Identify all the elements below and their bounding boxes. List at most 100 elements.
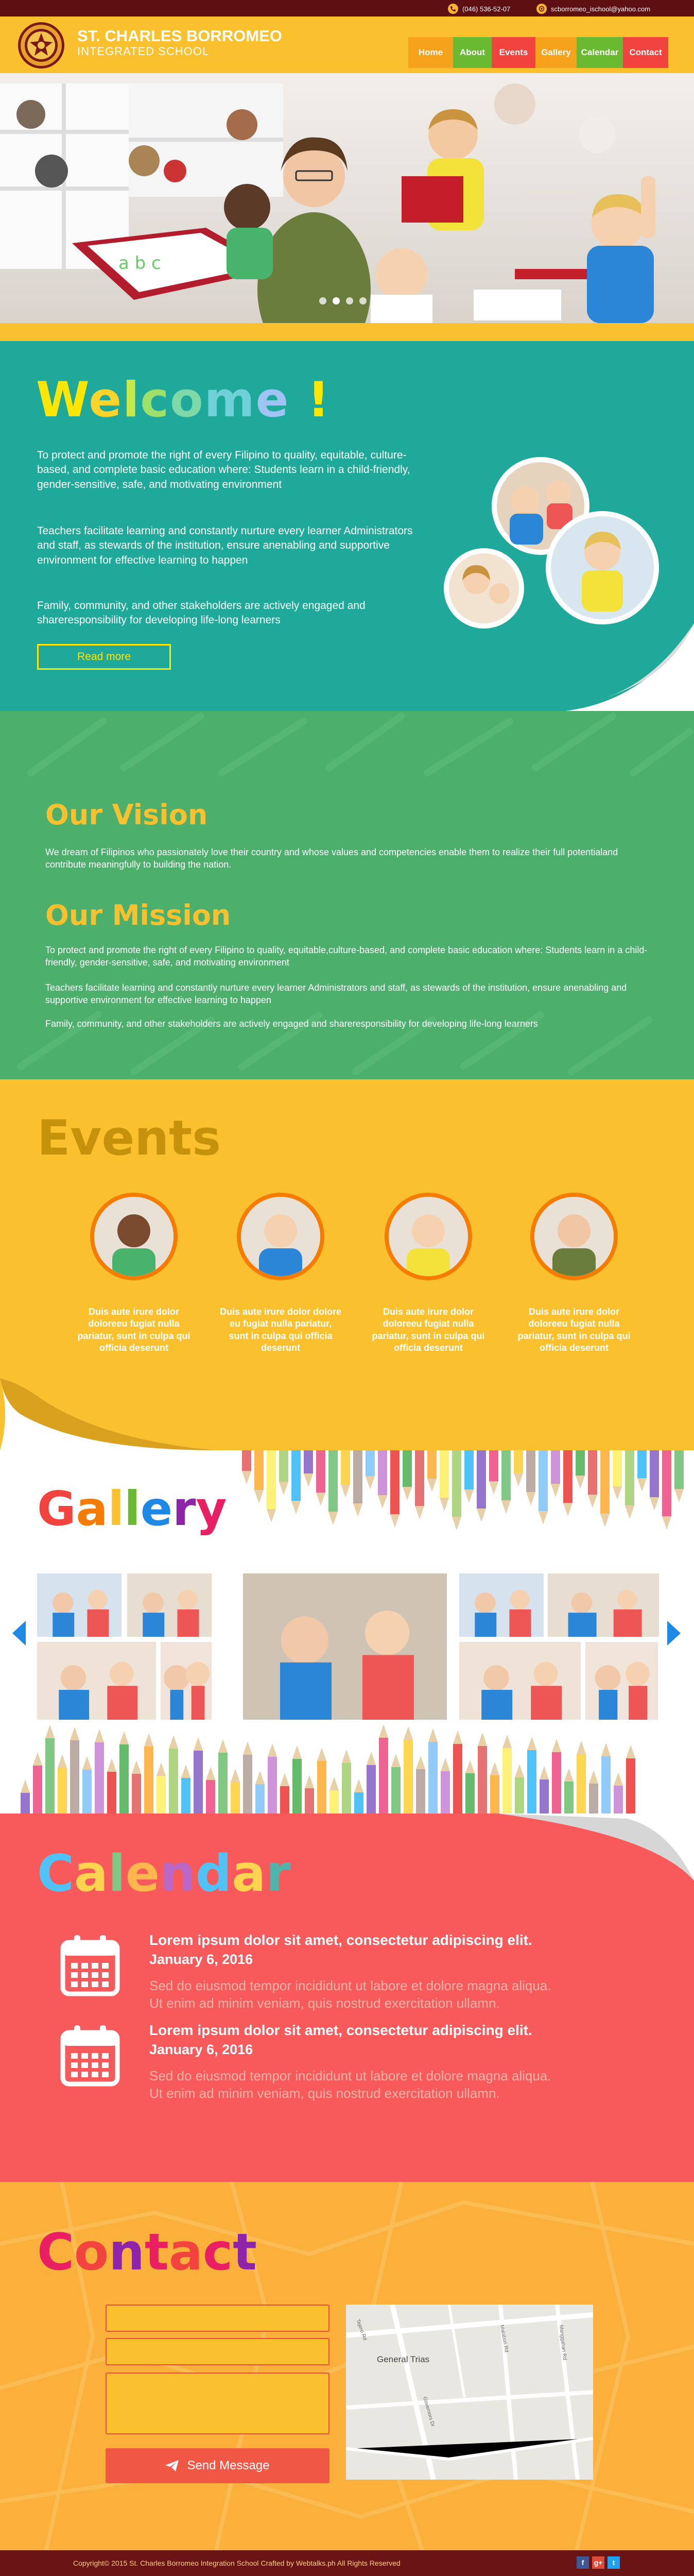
event-text: Duis aute irure dolor doloreeu fugiat nu… <box>77 1307 190 1353</box>
gallery-photo[interactable] <box>160 1641 213 1721</box>
school-name: ST. CHARLES BORROMEO INTEGRATED SCHOOL <box>77 28 282 57</box>
top-bar: (046) 536-52-07 scborromeo_ischool@yahoo… <box>0 0 694 16</box>
slider-dot[interactable] <box>386 297 393 304</box>
event-item[interactable]: Duis aute irure dolor doloreeu fugiat nu… <box>512 1193 636 1354</box>
calendar-event-description: Sed do eiusmod tempor incididunt ut labo… <box>149 1978 551 1993</box>
event-photo <box>90 1193 178 1280</box>
vision-text: We dream of Filipinos who passionately l… <box>45 847 618 870</box>
map-town-label: General Trias <box>377 2354 429 2364</box>
gallery-photo[interactable] <box>584 1641 659 1721</box>
send-message-label: Send Message <box>187 2459 270 2472</box>
page-curl-decoration <box>565 623 694 711</box>
calendar-title: Calendar <box>37 1844 291 1903</box>
event-photo <box>530 1193 618 1280</box>
calendar-event-description: Ut enim ad minim veniam, quis nostrud ex… <box>149 2086 500 2101</box>
vision-mission-section: Our Vision We dream of Filipinos who pas… <box>0 711 694 1079</box>
nav-item-gallery[interactable]: Gallery <box>535 37 577 68</box>
calendar-event-title[interactable]: Lorem ipsum dolor sit amet, consectetur … <box>149 2022 532 2039</box>
twitter-icon[interactable]: t <box>608 2556 620 2569</box>
copyright-text: Copyright© 2015 St. Charles Borromeo Int… <box>73 2559 401 2567</box>
welcome-paragraph-2: Teachers facilitate learning and constan… <box>37 525 413 566</box>
calendar-event-description: Ut enim ad minim veniam, quis nostrud ex… <box>149 1995 500 2011</box>
contact-title: Contact <box>37 2223 257 2282</box>
phone-number: (046) 536-52-07 <box>462 5 511 13</box>
calendar-event-date: January 6, 2016 <box>149 2042 253 2057</box>
event-text: Duis aute irure dolor doloreeu fugiat nu… <box>517 1307 631 1353</box>
slider-dot[interactable] <box>373 297 380 304</box>
nav-item-calendar[interactable]: Calendar <box>577 37 623 68</box>
gallery-title: Gallery <box>37 1481 227 1536</box>
welcome-paragraph-3: Family, community, and other stakeholder… <box>37 600 366 626</box>
mission-paragraph-1: To protect and promote the right of ever… <box>45 945 648 968</box>
phone-icon <box>448 4 458 14</box>
calendar-event-title[interactable]: Lorem ipsum dolor sit amet, consectetur … <box>149 1932 532 1948</box>
events-title: Events <box>37 1110 221 1166</box>
gallery-photo[interactable] <box>547 1572 660 1638</box>
social-links: f g+ t <box>577 2556 620 2569</box>
vision-title: Our Vision <box>45 799 208 831</box>
email-info: scborromeo_ischool@yahoo.com <box>536 4 650 14</box>
event-photo <box>385 1193 472 1280</box>
site-footer: Copyright© 2015 St. Charles Borromeo Int… <box>0 2550 694 2576</box>
school-name-line1: ST. CHARLES BORROMEO <box>77 27 282 45</box>
mission-title: Our Mission <box>45 899 231 931</box>
main-nav: Home About Events Gallery Calendar Contact <box>408 37 668 68</box>
gallery-prev-arrow-icon[interactable] <box>9 1618 30 1649</box>
gallery-photo[interactable] <box>126 1572 213 1638</box>
welcome-photo-circles <box>444 457 659 629</box>
gallery-photo[interactable] <box>36 1572 123 1638</box>
events-section: Events Duis aute irure dolor doloreeu fu… <box>0 1079 694 1450</box>
message-field[interactable] <box>106 2372 329 2434</box>
welcome-paragraph-1: To protect and promote the right of ever… <box>37 449 410 490</box>
gallery-section: Gallery <box>0 1450 694 1814</box>
event-item[interactable]: Duis aute irure dolor dolore eu fugiat n… <box>219 1193 342 1354</box>
email-field[interactable] <box>106 2338 329 2365</box>
event-item[interactable]: Duis aute irure dolor doloreeu fugiat nu… <box>72 1193 196 1354</box>
name-field[interactable] <box>106 2304 329 2332</box>
event-text: Duis aute irure dolor doloreeu fugiat nu… <box>372 1307 485 1353</box>
yellow-divider <box>0 323 694 341</box>
nav-item-about[interactable]: About <box>453 37 492 68</box>
hero-image: a b c <box>0 73 694 323</box>
page-curl-decoration <box>498 1814 694 1880</box>
site-header: ST. CHARLES BORROMEO INTEGRATED SCHOOL H… <box>0 16 694 73</box>
mission-paragraph-3: Family, community, and other stakeholder… <box>45 1019 538 1029</box>
slider-dot[interactable] <box>346 297 353 304</box>
calendar-icon <box>60 1935 120 1996</box>
slider-dot[interactable] <box>333 297 340 304</box>
gallery-photo[interactable] <box>458 1572 545 1638</box>
contact-section: Contact Send Message General Trias Tejer… <box>0 2182 694 2550</box>
nav-item-events[interactable]: Events <box>492 37 535 68</box>
location-map[interactable]: General Trias Tejero Rd Malabon Rd Mangg… <box>346 2304 593 2480</box>
event-text: Duis aute irure dolor dolore eu fugiat n… <box>219 1307 342 1353</box>
gallery-photo[interactable] <box>36 1641 157 1721</box>
board-text: a b c <box>118 253 161 274</box>
read-more-button[interactable]: Read more <box>37 644 171 670</box>
facebook-icon[interactable]: f <box>577 2556 589 2569</box>
google-plus-icon[interactable]: g+ <box>592 2556 604 2569</box>
welcome-title: Welcome ! <box>36 372 331 428</box>
send-message-button[interactable]: Send Message <box>106 2448 329 2483</box>
school-name-line2: INTEGRATED SCHOOL <box>77 45 210 58</box>
gallery-photo[interactable] <box>458 1641 582 1721</box>
calendar-event-description: Sed do eiusmod tempor incididunt ut labo… <box>149 2068 551 2083</box>
calendar-icon <box>60 2025 120 2087</box>
phone-info: (046) 536-52-07 <box>448 4 510 14</box>
slider-dot[interactable] <box>319 297 326 304</box>
hero-slider[interactable]: a b c <box>0 73 694 323</box>
calendar-event-date: January 6, 2016 <box>149 1952 253 1967</box>
mission-paragraph-2: Teachers facilitate learning and constan… <box>45 982 627 1006</box>
map-image: General Trias Tejero Rd Malabon Rd Mangg… <box>346 2304 593 2480</box>
gallery-photo[interactable] <box>242 1572 448 1721</box>
slider-dots <box>319 297 393 304</box>
school-logo[interactable] <box>18 22 65 69</box>
event-item[interactable]: Duis aute irure dolor doloreeu fugiat nu… <box>367 1193 490 1354</box>
slider-dot[interactable] <box>359 297 367 304</box>
paper-plane-icon <box>165 2460 179 2471</box>
page: (046) 536-52-07 scborromeo_ischool@yahoo… <box>0 0 694 2576</box>
email-address[interactable]: scborromeo_ischool@yahoo.com <box>551 5 650 13</box>
email-icon <box>536 4 547 14</box>
nav-item-home[interactable]: Home <box>408 37 453 68</box>
nav-item-contact[interactable]: Contact <box>623 37 668 68</box>
gallery-next-arrow-icon[interactable] <box>663 1618 684 1649</box>
